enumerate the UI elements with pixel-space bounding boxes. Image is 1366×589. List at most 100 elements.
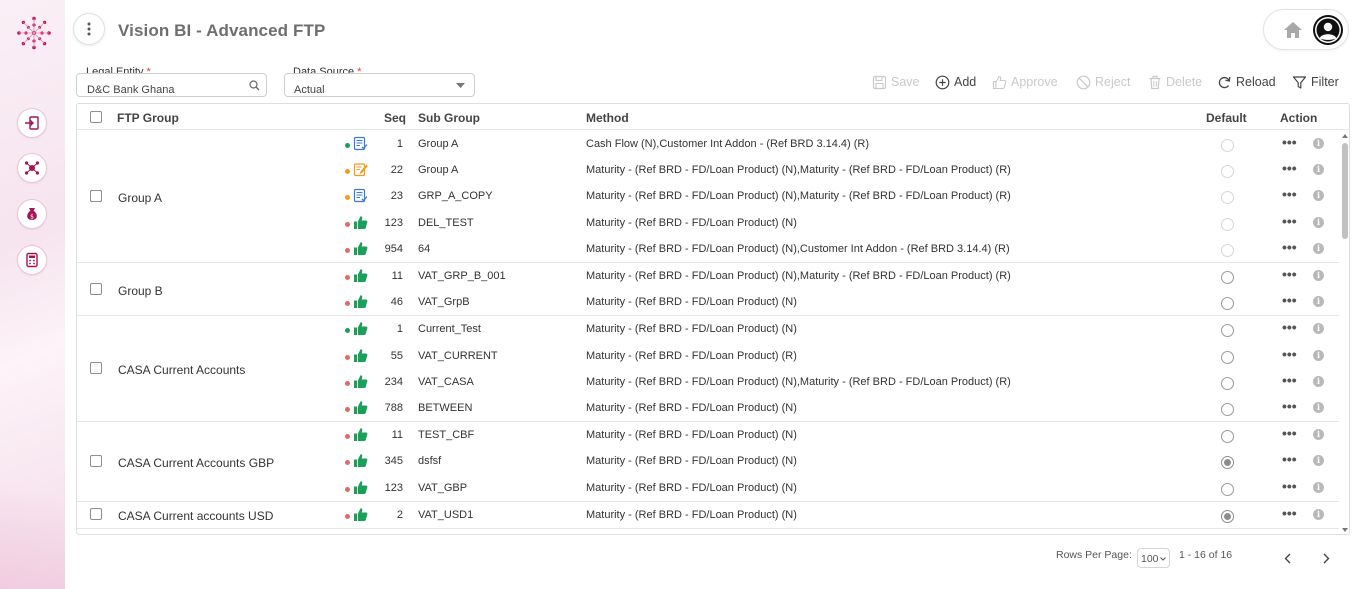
info-icon[interactable]: i <box>1313 138 1324 149</box>
info-icon[interactable]: i <box>1313 242 1324 254</box>
default-radio[interactable] <box>1221 139 1234 152</box>
table-row[interactable]: 123 VAT_GBP Maturity - (Ref BRD - FD/Loan … <box>77 475 1339 501</box>
table-row[interactable]: 55 VAT_CURRENT Maturity - (Ref BRD - FD/Lo… <box>77 343 1339 369</box>
default-radio[interactable] <box>1221 456 1234 470</box>
info-icon[interactable]: i <box>1313 164 1324 176</box>
table-row[interactable]: 234 VAT_CASA Maturity - (Ref BRD - FD/Loan… <box>77 369 1339 395</box>
info-icon[interactable]: i <box>1313 375 1324 387</box>
sub-group-cell: Current_Test <box>418 323 481 336</box>
filter-button[interactable]: Filter <box>1292 75 1352 90</box>
table-row[interactable]: 11 VAT_GRP_B_001 Maturity - (Ref BRD - FD/… <box>77 263 1339 289</box>
info-icon[interactable]: i <box>1313 216 1324 228</box>
more-actions-icon[interactable]: ••• <box>1282 398 1297 414</box>
col-default[interactable]: Default <box>1206 111 1247 125</box>
info-icon[interactable]: i <box>1313 296 1324 308</box>
search-icon[interactable] <box>249 80 260 91</box>
table-row[interactable]: 788 BETWEEN Maturity - (Ref BRD - FD/Loan … <box>77 395 1339 421</box>
col-method[interactable]: Method <box>586 111 629 125</box>
table-row[interactable]: 23 GRP_A_COPY Maturity - (Ref BRD - FD/Loa… <box>77 183 1339 209</box>
data-source-select[interactable]: Actual <box>284 73 475 97</box>
more-actions-icon[interactable]: ••• <box>1282 505 1297 521</box>
default-radio[interactable] <box>1221 430 1234 444</box>
rows-per-page-select[interactable]: 100 <box>1137 548 1170 568</box>
save-button[interactable]: Save <box>872 75 935 90</box>
more-actions-icon[interactable]: ••• <box>1282 186 1297 202</box>
table-row[interactable]: 954 64 Maturity - (Ref BRD - FD/Loan Produ… <box>77 236 1339 262</box>
default-radio[interactable] <box>1221 350 1234 364</box>
menu-button[interactable] <box>73 13 105 45</box>
info-icon[interactable]: i <box>1313 270 1324 281</box>
default-radio[interactable] <box>1221 509 1234 523</box>
delete-label: Delete <box>1166 75 1203 89</box>
table-row[interactable]: 2 VAT_USD1 Maturity - (Ref BRD - FD/Loan P… <box>77 502 1339 528</box>
col-seq[interactable]: Seq <box>384 111 406 125</box>
col-sub-group[interactable]: Sub Group <box>418 111 480 125</box>
default-radio[interactable] <box>1221 482 1234 496</box>
table-row[interactable]: 1 Current_Test Maturity - (Ref BRD - FD/Lo… <box>77 316 1339 342</box>
sidebar-item-calculator[interactable] <box>17 245 47 275</box>
scroll-up-arrow[interactable] <box>1342 134 1348 138</box>
chevron-down-icon <box>456 83 465 88</box>
info-icon[interactable]: i <box>1313 323 1324 335</box>
seq-cell: 123 <box>384 481 403 494</box>
info-icon[interactable]: i <box>1313 429 1324 441</box>
table-row[interactable]: 1 Group A Cash Flow (N),Customer Int Addon… <box>77 131 1339 157</box>
sidebar-item-finance[interactable]: $ <box>17 199 47 229</box>
more-actions-icon[interactable]: ••• <box>1282 372 1297 388</box>
info-icon[interactable]: i <box>1313 190 1324 202</box>
default-radio[interactable] <box>1221 191 1234 205</box>
more-actions-icon[interactable]: ••• <box>1282 346 1297 362</box>
prev-page-button[interactable] <box>1280 551 1294 565</box>
default-radio[interactable] <box>1221 402 1234 416</box>
table-row[interactable]: 46 VAT_GrpB Maturity - (Ref BRD - FD/Loan … <box>77 289 1339 315</box>
add-button[interactable]: Add <box>935 75 992 90</box>
col-ftp-group[interactable]: FTP Group <box>117 111 179 125</box>
method-cell: Maturity - (Ref BRD - FD/Loan Product) (… <box>586 164 1011 177</box>
more-actions-icon[interactable]: ••• <box>1282 266 1297 282</box>
info-icon[interactable]: i <box>1313 481 1324 493</box>
table-row[interactable]: 123 DEL_TEST Maturity - (Ref BRD - FD/Loan… <box>77 210 1339 236</box>
table-row[interactable]: 11 TEST_CBF Maturity - (Ref BRD - FD/Loan … <box>77 422 1339 448</box>
col-action[interactable]: Action <box>1280 111 1317 125</box>
more-actions-icon[interactable]: ••• <box>1282 425 1297 441</box>
user-avatar[interactable] <box>1313 15 1343 45</box>
info-icon[interactable]: i <box>1313 401 1324 413</box>
reject-button[interactable]: Reject <box>1076 75 1148 90</box>
reload-button[interactable]: Reload <box>1217 75 1292 90</box>
scroll-thumb[interactable] <box>1342 143 1348 239</box>
status-dot <box>345 460 350 466</box>
default-radio[interactable] <box>1221 165 1234 179</box>
info-icon[interactable]: i <box>1313 349 1324 361</box>
info-icon[interactable]: i <box>1313 455 1324 467</box>
default-radio[interactable] <box>1221 243 1234 257</box>
default-radio[interactable] <box>1221 217 1234 231</box>
info-icon[interactable]: i <box>1313 508 1324 520</box>
more-actions-icon[interactable]: ••• <box>1282 292 1297 308</box>
status-dot <box>345 406 350 412</box>
delete-button[interactable]: Delete <box>1148 75 1217 90</box>
sidebar-item-login[interactable] <box>17 108 47 138</box>
more-actions-icon[interactable]: ••• <box>1282 160 1297 176</box>
more-actions-icon[interactable]: ••• <box>1282 319 1297 335</box>
app-logo[interactable] <box>15 15 53 51</box>
next-page-button[interactable] <box>1319 551 1333 565</box>
default-radio[interactable] <box>1221 297 1234 311</box>
approve-button[interactable]: Approve <box>992 75 1076 90</box>
scroll-down-arrow[interactable] <box>1342 528 1348 532</box>
more-actions-icon[interactable]: ••• <box>1282 478 1297 494</box>
table-row[interactable]: 345 dsfsf Maturity - (Ref BRD - FD/Loan Pr… <box>77 448 1339 474</box>
more-actions-icon[interactable]: ••• <box>1282 134 1297 150</box>
more-actions-icon[interactable]: ••• <box>1282 213 1297 229</box>
default-radio[interactable] <box>1221 324 1234 338</box>
default-radio[interactable] <box>1221 271 1234 284</box>
table-scrollbar[interactable] <box>1341 131 1349 534</box>
more-actions-icon[interactable]: ••• <box>1282 451 1297 467</box>
more-actions-icon[interactable]: ••• <box>1282 239 1297 255</box>
sidebar-item-network[interactable] <box>17 153 47 183</box>
home-icon[interactable] <box>1283 21 1303 39</box>
reload-icon <box>1218 76 1231 88</box>
select-all-checkbox[interactable] <box>90 111 102 123</box>
table-row[interactable]: 22 Group A Maturity - (Ref BRD - FD/Loan P… <box>77 157 1339 183</box>
default-radio[interactable] <box>1221 376 1234 390</box>
legal-entity-field[interactable]: D&C Bank Ghana <box>76 73 267 97</box>
